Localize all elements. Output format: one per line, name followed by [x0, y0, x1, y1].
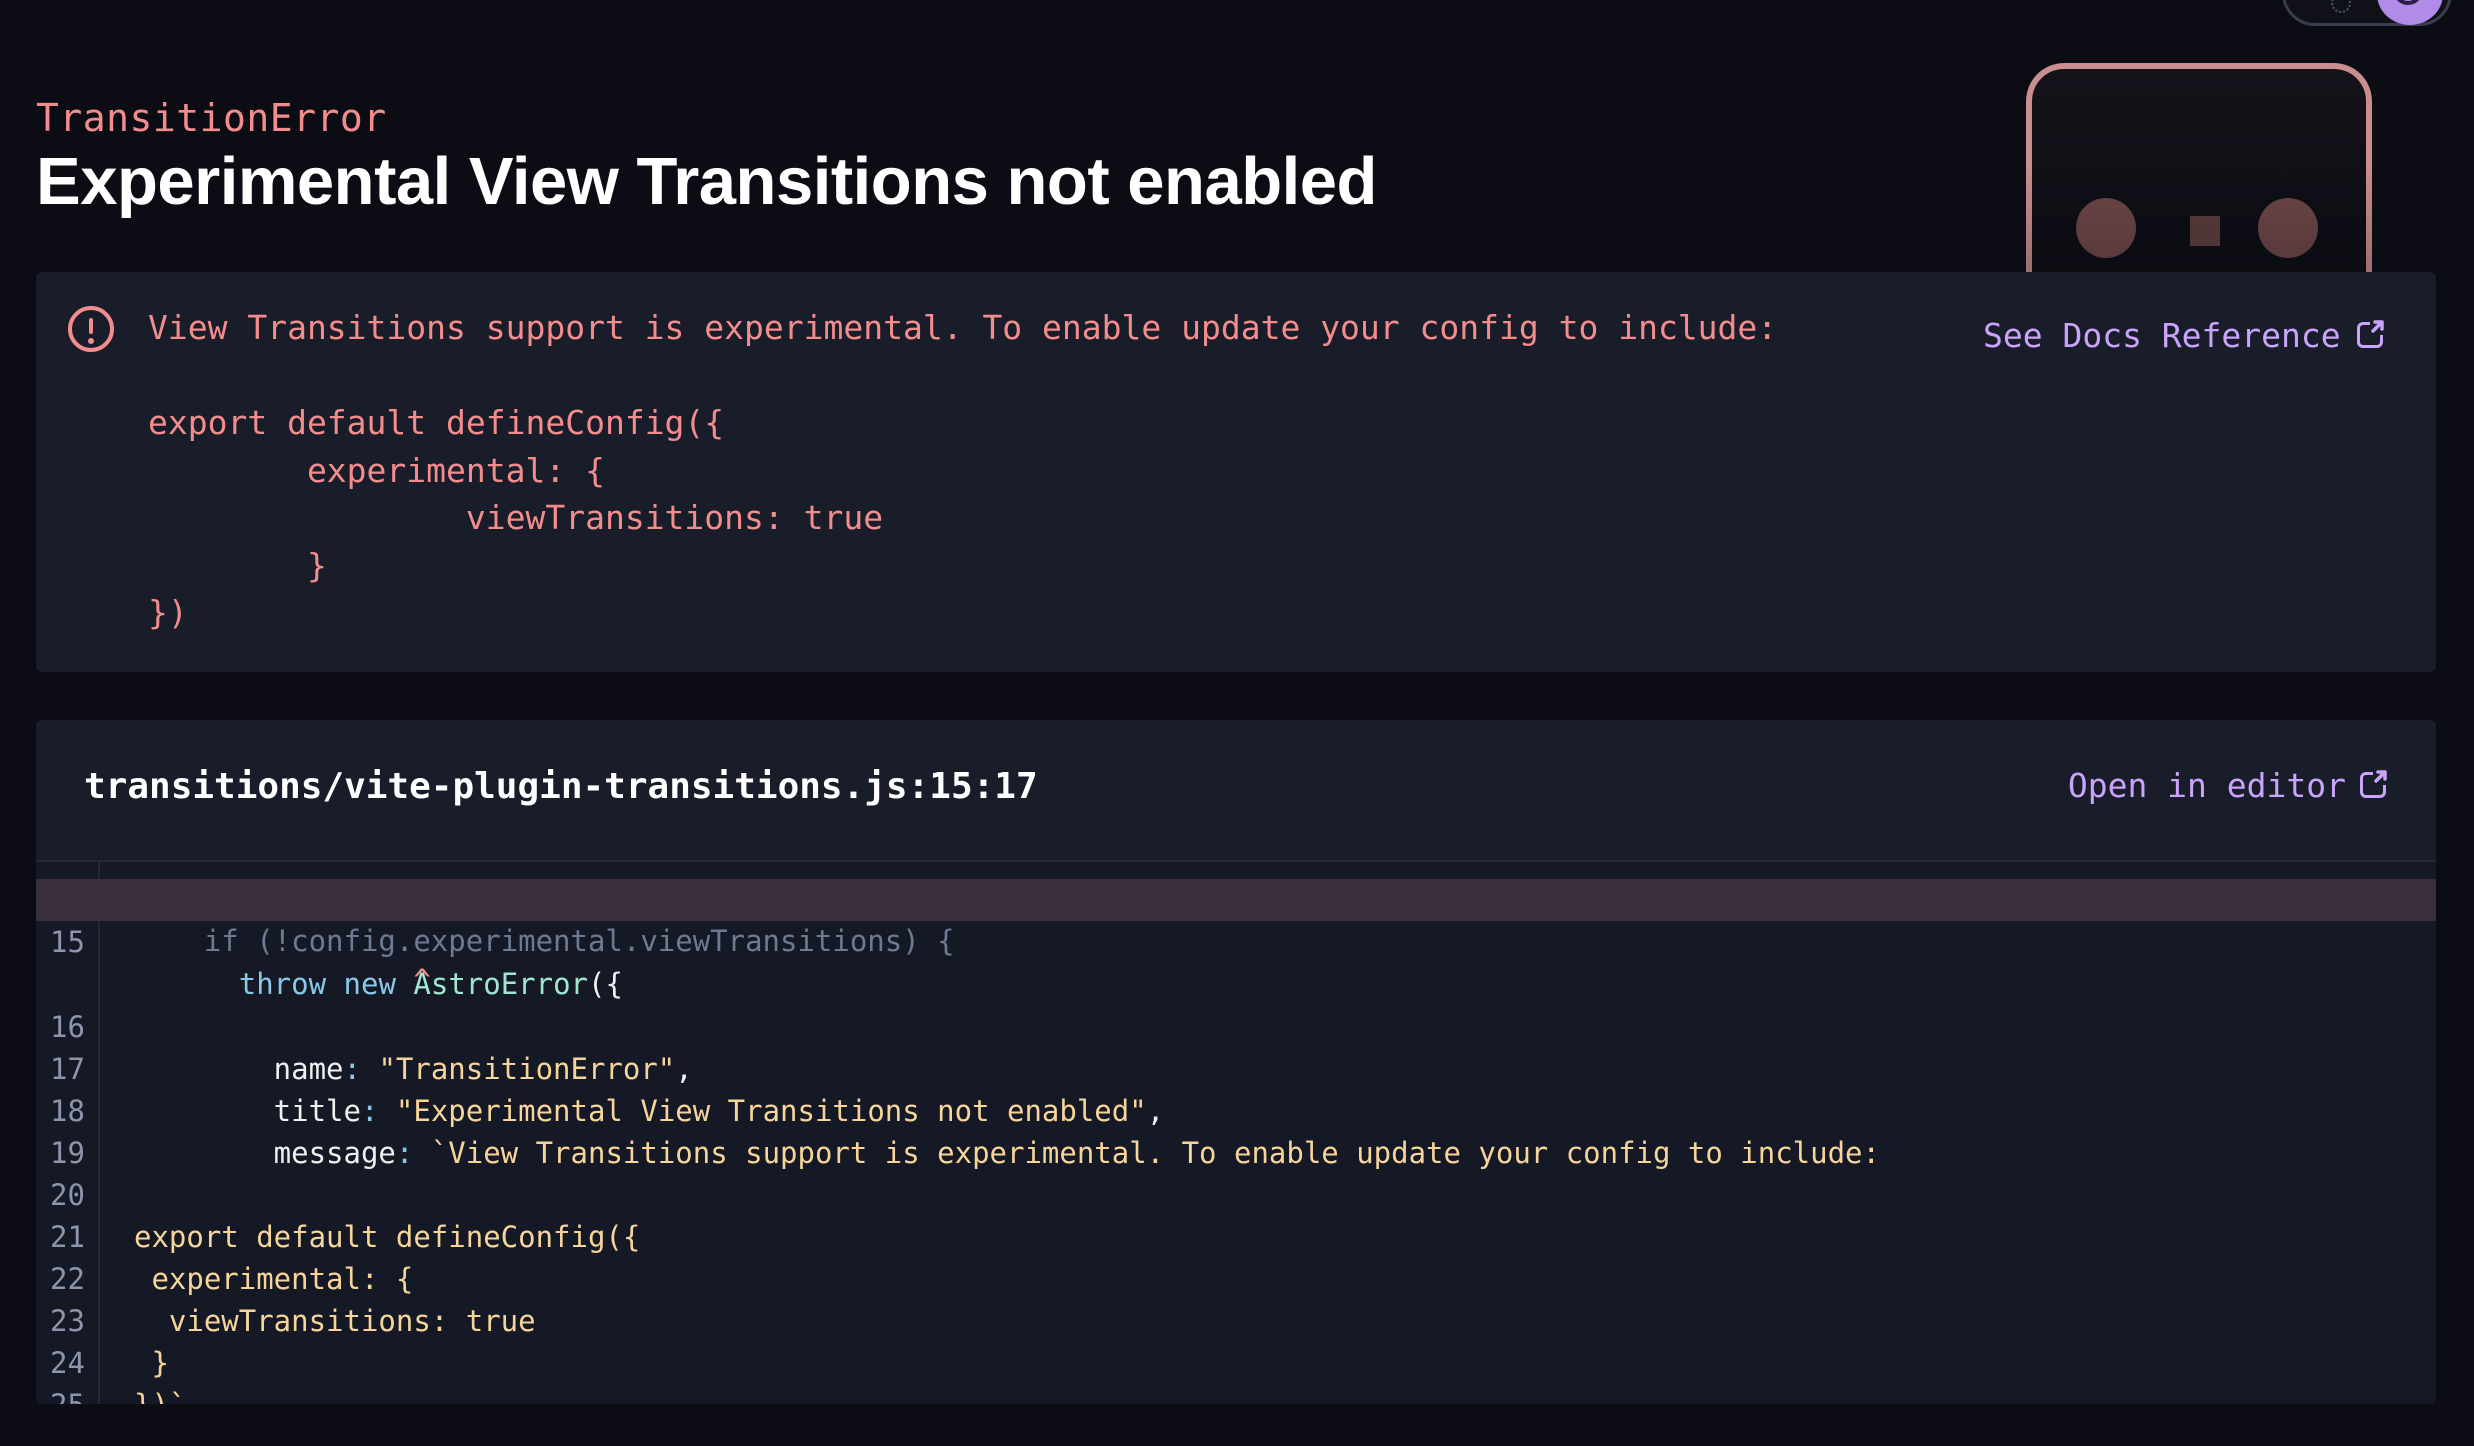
code-frame-panel: transitions/vite-plugin-transitions.js:1… — [36, 720, 2436, 1404]
code-line: 14 if (!config.experimental.viewTransiti… — [36, 862, 2436, 958]
open-in-editor-label: Open in editor — [2067, 766, 2346, 805]
code-line: 18 message: `View Transitions support is… — [36, 1048, 2436, 1170]
code-line: 23 } — [36, 1258, 2436, 1380]
code-line: 26 } — [36, 1384, 2436, 1404]
alert-circle-icon — [68, 306, 114, 352]
robot-eye-right — [2258, 198, 2318, 258]
sun-icon — [2331, 0, 2351, 13]
code-line: 24 })` — [36, 1300, 2436, 1404]
error-title: Experimental View Transitions not enable… — [36, 144, 1377, 219]
docs-reference-label: See Docs Reference — [1983, 316, 2341, 355]
toggle-knob[interactable] — [2377, 0, 2443, 25]
moon-icon — [2393, 0, 2423, 5]
code-line-highlighted: 15 throw new AstroError({ — [36, 879, 2436, 1001]
docs-reference-link[interactable]: See Docs Reference — [1983, 316, 2386, 355]
code-line: 20 export default defineConfig({ — [36, 1132, 2436, 1254]
error-message-panel: View Transitions support is experimental… — [36, 272, 2436, 672]
robot-eye-left — [2076, 198, 2136, 258]
code-frame-body[interactable]: 14 if (!config.experimental.viewTransiti… — [36, 862, 2436, 1404]
robot-nose — [2190, 216, 2220, 246]
code-line: 19 — [36, 1090, 2436, 1170]
code-line: 25 }); — [36, 1342, 2436, 1404]
code-line: 22 viewTransitions: true — [36, 1216, 2436, 1338]
code-frame-header: transitions/vite-plugin-transitions.js:1… — [36, 720, 2436, 862]
external-link-icon — [2360, 769, 2389, 798]
code-line: 16 name: "TransitionError", — [36, 964, 2436, 1086]
code-caret-line: ^ — [36, 917, 2436, 997]
code-line: 17 title: "Experimental View Transitions… — [36, 1006, 2436, 1128]
file-path[interactable]: transitions/vite-plugin-transitions.js:1… — [84, 766, 1038, 807]
error-name: TransitionError — [36, 96, 387, 140]
error-message-text[interactable]: View Transitions support is experimental… — [148, 304, 1777, 637]
theme-toggle[interactable] — [2282, 0, 2452, 26]
code-line: 21 experimental: { — [36, 1174, 2436, 1296]
external-link-icon — [2356, 319, 2386, 348]
open-in-editor-link[interactable]: Open in editor — [1050, 766, 2389, 805]
